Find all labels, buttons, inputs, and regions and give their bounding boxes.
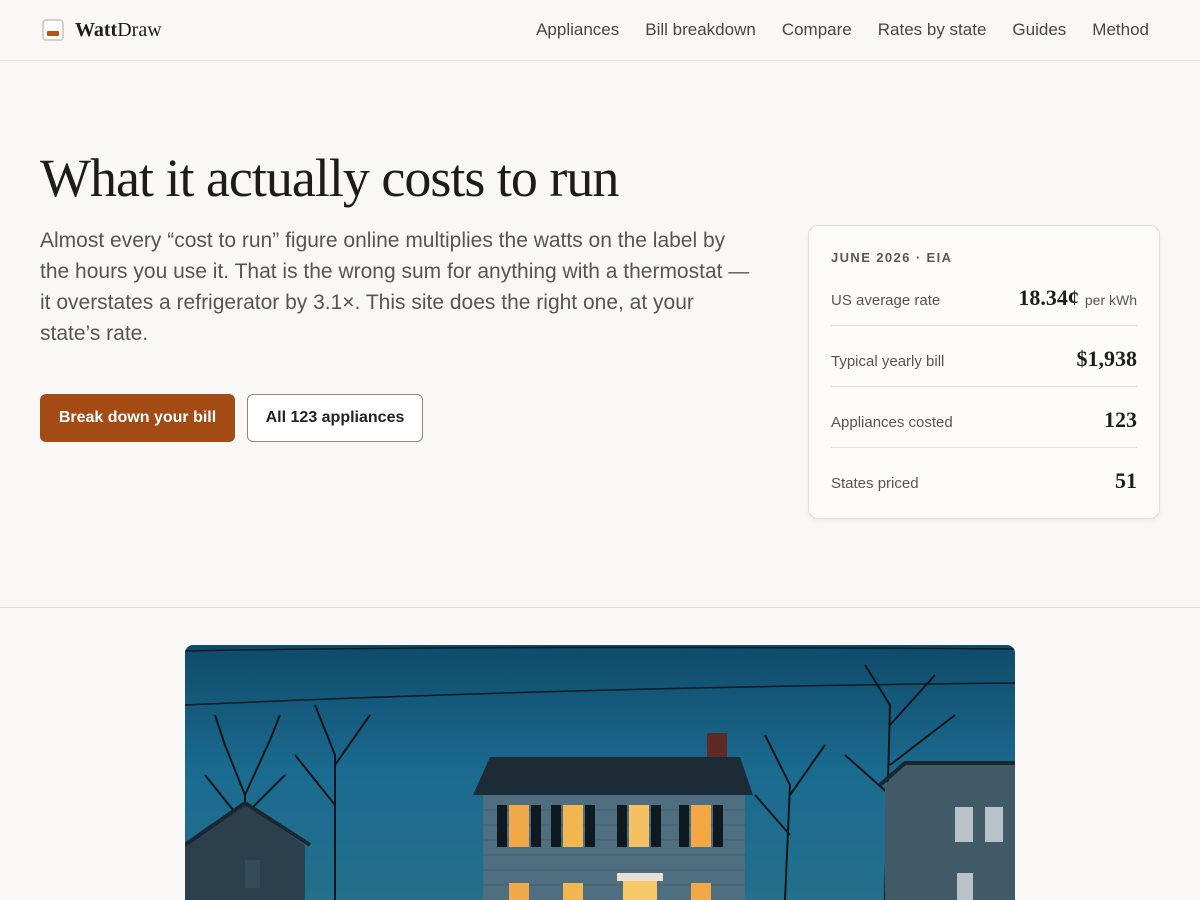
hero-lede: Almost every “cost to run” figure online…: [40, 229, 750, 345]
stat-value: 18.34¢: [1018, 285, 1079, 310]
stat-label: Appliances costed: [831, 414, 953, 431]
stat-row-appliances-costed: Appliances costed 123: [831, 387, 1137, 448]
stat-row-states-priced: States priced 51: [831, 448, 1137, 509]
stat-row-average-rate: US average rate 18.34¢ per kWh: [831, 265, 1137, 326]
stat-value: 123: [1104, 407, 1137, 432]
stat-label: US average rate: [831, 292, 941, 309]
stats-card: JUNE 2026 · EIA US average rate 18.34¢ p…: [808, 225, 1160, 519]
nav-item-appliances[interactable]: Appliances: [536, 19, 619, 41]
brand-name: WattDraw: [75, 19, 162, 42]
main-nav: Appliances Bill breakdown Compare Rates …: [510, 19, 1149, 41]
nav-item-rates-by-state[interactable]: Rates by state: [878, 19, 987, 41]
nav-item-method[interactable]: Method: [1092, 19, 1149, 41]
brand-name-bold: Watt: [75, 18, 118, 41]
break-down-bill-button[interactable]: Break down your bill: [40, 394, 235, 442]
brand-name-rest: Draw: [117, 18, 162, 41]
stat-value: 51: [1115, 468, 1137, 493]
section-divider: [0, 607, 1200, 608]
stat-label: Typical yearly bill: [831, 353, 945, 370]
stat-unit: per kWh: [1084, 292, 1137, 308]
nav-item-guides[interactable]: Guides: [1012, 19, 1066, 41]
all-appliances-button[interactable]: All 123 appliances: [247, 394, 423, 442]
stat-row-yearly-bill: Typical yearly bill $1,938: [831, 326, 1137, 387]
logo-link[interactable]: WattDraw: [42, 17, 162, 43]
page-title: What it actually costs to run: [40, 148, 619, 208]
nav-item-compare[interactable]: Compare: [782, 19, 852, 41]
nav-item-bill-breakdown[interactable]: Bill breakdown: [645, 19, 756, 41]
site-header: WattDraw Appliances Bill breakdown Compa…: [0, 0, 1200, 61]
stat-value: $1,938: [1076, 346, 1138, 371]
stat-label: States priced: [831, 475, 919, 492]
stats-kicker: JUNE 2026 · EIA: [831, 250, 953, 265]
meter-icon: [42, 19, 64, 41]
house-at-dusk-photo: [185, 645, 1015, 900]
